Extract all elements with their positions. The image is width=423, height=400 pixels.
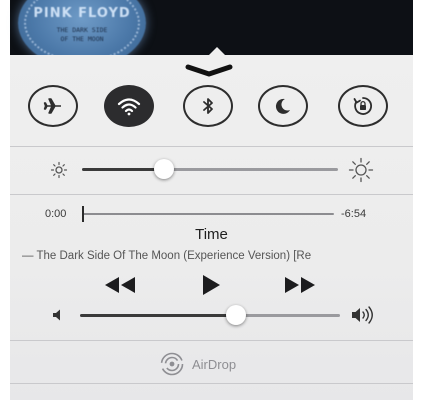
rotation-lock-toggle[interactable] [338, 85, 388, 127]
brightness-track-empty [163, 168, 338, 171]
rewind-button[interactable] [102, 273, 138, 297]
airdrop-button[interactable]: AirDrop [160, 352, 236, 376]
playback-scrubber-track[interactable] [82, 213, 334, 215]
divider-toggles [10, 146, 413, 147]
moon-icon [275, 98, 290, 114]
wifi-icon [117, 98, 141, 116]
do-not-disturb-toggle[interactable] [258, 85, 308, 127]
airdrop-label: AirDrop [192, 356, 237, 372]
divider-brightness [10, 194, 413, 195]
volume-low-icon [53, 309, 60, 321]
divider-media [10, 340, 413, 341]
brightness-track-filled [82, 168, 164, 171]
track-subtitle: — The Dark Side Of The Moon (Experience … [22, 250, 312, 262]
volume-track-filled [80, 314, 236, 317]
brightness-low-icon [50, 161, 68, 179]
album-art-line1: THE DARK SIDE [56, 26, 108, 34]
control-center-screen: PINK FLOYD THE DARK SIDE OF THE MOON 0:0… [0, 0, 423, 400]
playback-scrubber-handle[interactable] [82, 206, 84, 222]
elapsed-time: 0:00 [45, 208, 67, 220]
airplane-mode-toggle[interactable] [28, 85, 78, 127]
track-title: Time [195, 226, 228, 243]
wifi-toggle[interactable] [104, 85, 154, 127]
album-art-line2: OF THE MOON [60, 35, 104, 43]
rotation-lock-icon [353, 97, 372, 115]
volume-track-empty [236, 314, 340, 317]
dismiss-grabber[interactable] [184, 63, 234, 79]
volume-high-icon [352, 306, 373, 324]
divider-bottom [10, 383, 413, 384]
airplane-icon [43, 98, 61, 114]
remaining-time: -6:54 [341, 208, 367, 220]
brightness-high-icon [348, 157, 374, 183]
brightness-slider-knob[interactable] [153, 159, 174, 179]
album-art-title: PINK FLOYD [33, 6, 131, 21]
airdrop-icon [160, 352, 184, 376]
bluetooth-toggle[interactable] [183, 85, 233, 127]
panel-notch [208, 47, 226, 56]
quick-toggles-row [28, 85, 388, 135]
fast-forward-button[interactable] [282, 273, 318, 297]
play-button[interactable] [199, 273, 223, 297]
volume-slider-knob[interactable] [226, 305, 246, 325]
bluetooth-icon [203, 98, 213, 114]
